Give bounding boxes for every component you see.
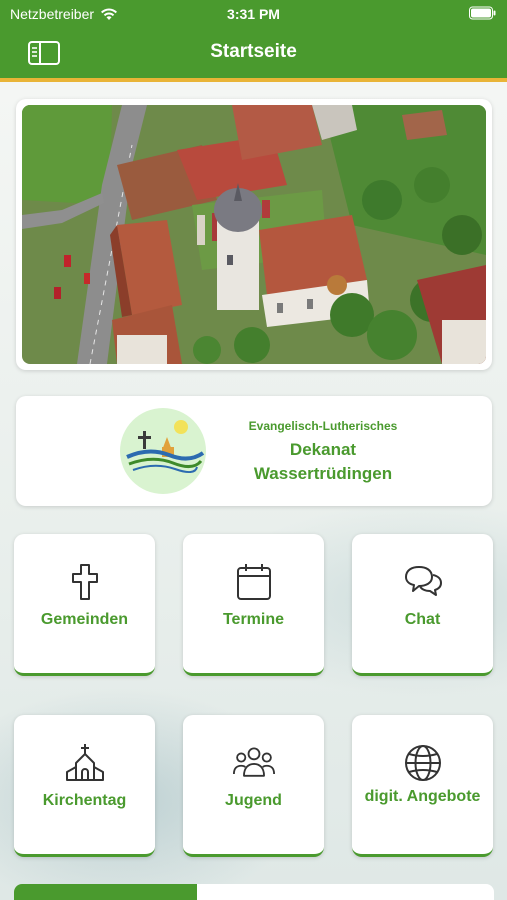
dekanat-title-line2: Wassertrüdingen [253, 464, 393, 483]
nav-bar: Startseite [0, 28, 507, 78]
tile-label: Kirchentag [42, 792, 127, 809]
tile-label: Jugend [225, 792, 282, 809]
page-title: Startseite [210, 41, 297, 62]
bottom-tab-active-segment[interactable] [14, 884, 197, 900]
status-bar: Netzbetreiber 3:31 PM [0, 0, 507, 28]
globe-icon [404, 745, 441, 781]
nav-accent-line [0, 78, 507, 82]
group-icon [232, 747, 275, 777]
tile-label: digit. Angebote [364, 788, 481, 805]
calendar-icon [236, 564, 271, 600]
tile-termine[interactable]: Termine [183, 534, 324, 676]
tile-label: Chat [404, 611, 441, 628]
dekanat-card[interactable]: Evangelisch-Lutherisches Dekanat Wassert… [16, 396, 492, 506]
tile-chat[interactable]: Chat [352, 534, 493, 676]
bottom-tab-bar[interactable] [14, 884, 494, 900]
tile-label: Termine [222, 611, 285, 628]
tile-jugend[interactable]: Jugend [183, 715, 324, 857]
chat-bubbles-icon [404, 566, 442, 596]
dekanat-title-line1: Dekanat [289, 440, 357, 459]
tile-label: Gemeinden [40, 611, 129, 628]
hero-image-card[interactable] [16, 99, 492, 370]
tile-digit-angebote[interactable]: digit. Angebote [352, 715, 493, 857]
dekanat-logo [120, 408, 206, 494]
status-time: 3:31 PM [227, 6, 280, 22]
church-icon [65, 744, 104, 781]
cross-icon [71, 564, 98, 600]
tile-gemeinden[interactable]: Gemeinden [14, 534, 155, 676]
tile-kirchentag[interactable]: Kirchentag [14, 715, 155, 857]
hero-aerial-photo [22, 105, 486, 364]
battery-icon [469, 6, 496, 20]
dekanat-subtitle: Evangelisch-Lutherisches [248, 419, 398, 433]
